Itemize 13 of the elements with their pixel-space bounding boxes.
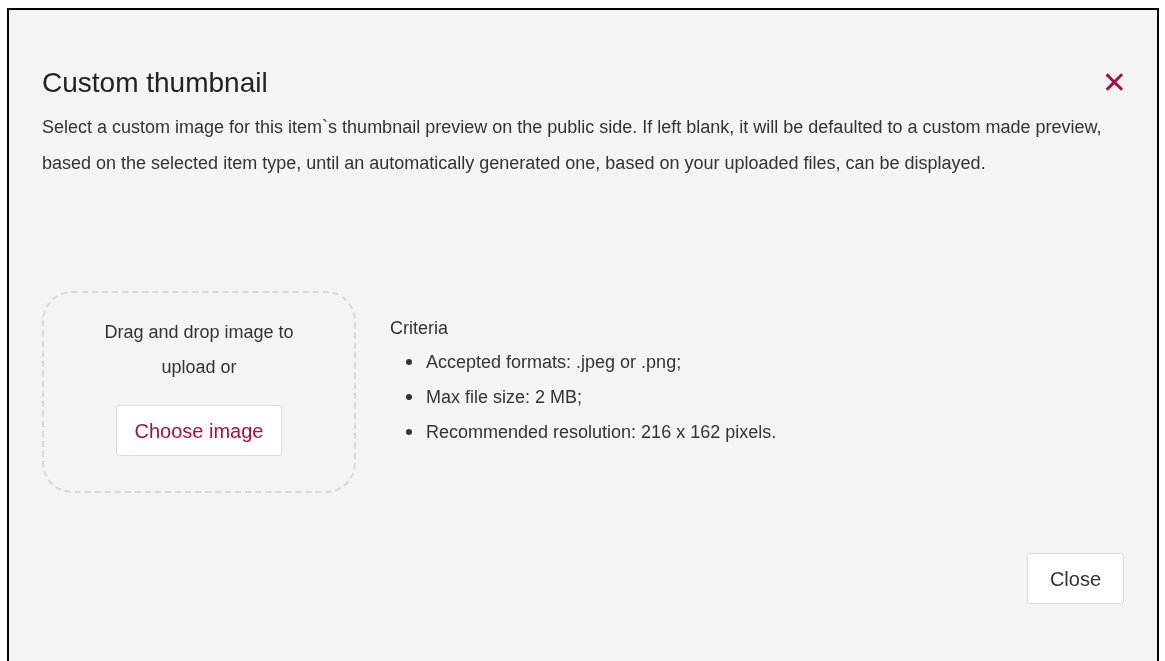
bullet-icon bbox=[406, 429, 412, 435]
criteria-heading: Criteria bbox=[390, 316, 449, 340]
criteria-item: Recommended resolution: 216 x 162 pixels. bbox=[426, 420, 777, 444]
criteria-item: Max file size: 2 MB; bbox=[426, 385, 583, 409]
dialog-title: Custom thumbnail bbox=[42, 66, 268, 100]
bullet-icon bbox=[406, 394, 412, 400]
upload-dropzone[interactable]: Drag and drop image to upload or Choose image bbox=[42, 291, 356, 493]
criteria-item: Accepted formats: .jpeg or .png; bbox=[426, 350, 682, 374]
description-text: Select a custom image for this item`s thumbnail preview on the public side. If left blank, it will be defaulted to a custom made preview, based on the selected item type, until an automatically generated one, based on your uploaded files, can be displayed. bbox=[42, 116, 1103, 175]
choose-image-button[interactable]: Choose image bbox=[115, 405, 283, 456]
close-button[interactable]: Close bbox=[1027, 553, 1124, 604]
bullet-icon bbox=[406, 359, 412, 365]
upload-prompt: Drag and drop image to upload or bbox=[103, 321, 295, 379]
